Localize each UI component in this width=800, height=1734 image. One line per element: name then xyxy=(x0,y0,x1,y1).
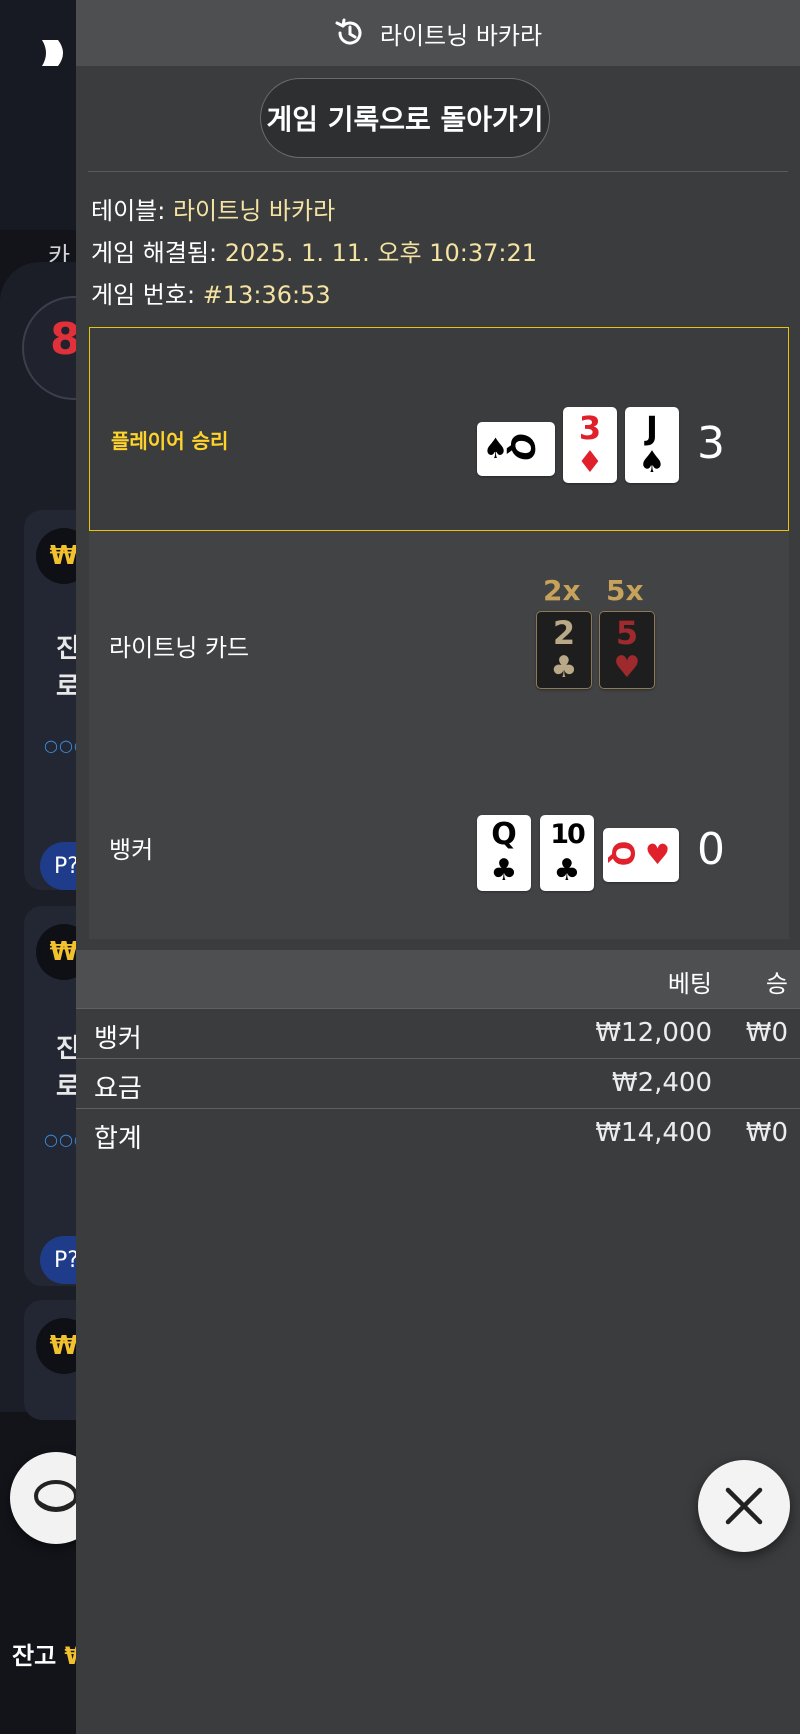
bet-name: 뱅커 xyxy=(94,1024,142,1054)
player-card-2: 3 ♦ xyxy=(563,407,617,483)
close-icon xyxy=(725,1487,763,1525)
bet-amount: ₩14,400 xyxy=(595,1118,712,1148)
player-card-3: J ♠ xyxy=(625,407,679,483)
balance-label: 잔고 xyxy=(12,1642,57,1670)
card-suit: ♦ xyxy=(576,445,604,480)
card-suit: ♣ xyxy=(490,853,518,888)
card-rank: Q xyxy=(604,840,640,867)
panel-titlebar: 라이트닝 바카라 xyxy=(76,0,800,66)
table-info-value: 라이트닝 바카라 xyxy=(172,197,336,225)
banker-card-2: 10 ♣ xyxy=(540,815,594,891)
card-suit: ♥ xyxy=(613,650,641,685)
table-row: 뱅커 ₩12,000 ₩0 xyxy=(76,1008,800,1058)
card-rank: 10 xyxy=(550,819,586,850)
card-suit: ♠ xyxy=(638,445,666,480)
table-row: 요금 ₩2,400 xyxy=(76,1058,800,1108)
resolved-info-label: 게임 해결됨: xyxy=(91,239,218,267)
win-amount: ₩0 xyxy=(745,1118,788,1148)
card-rank: Q xyxy=(491,817,517,852)
divider xyxy=(88,171,788,172)
game-number-info: 게임 번호: #13:36:53 xyxy=(91,275,331,310)
card-suit: ♣ xyxy=(553,853,581,888)
lightning-card-1: 2 ♣ xyxy=(536,611,592,689)
game-detail-panel: 라이트닝 바카라 게임 기록으로 돌아가기 테이블: 라이트닝 바카라 게임 해… xyxy=(76,0,800,1734)
game-number-value: #13:36:53 xyxy=(202,281,331,309)
game-number-label: 게임 번호: xyxy=(91,281,196,309)
lightning-card-2: 5 ♥ xyxy=(599,611,655,689)
banker-card-3: Q ♥ xyxy=(603,828,679,882)
bets-table-header: 베팅 승 xyxy=(76,950,800,1008)
resolved-info-value: 2025. 1. 11. 오후 10:37:21 xyxy=(224,239,538,267)
table-info: 테이블: 라이트닝 바카라 xyxy=(91,191,335,226)
win-column-header: 승 xyxy=(765,970,788,998)
result-area xyxy=(89,531,789,939)
bet-name: 요금 xyxy=(94,1074,142,1104)
table-icon xyxy=(34,1480,78,1512)
card-rank: 3 xyxy=(578,409,602,447)
card-suit: ♥ xyxy=(645,838,671,871)
bet-amount: ₩2,400 xyxy=(611,1068,712,1098)
table-info-label: 테이블: xyxy=(91,197,166,225)
card-rank: J xyxy=(646,409,658,447)
card-rank: Q xyxy=(503,433,542,461)
table-row-total: 합계 ₩14,400 ₩0 xyxy=(76,1108,800,1158)
brand-logo-icon xyxy=(42,40,63,66)
close-button[interactable] xyxy=(698,1460,790,1552)
banker-score: 0 xyxy=(697,824,725,875)
lightning-multiplier-2: 5x xyxy=(606,574,644,607)
lightning-multiplier-1: 2x xyxy=(543,574,581,607)
player-score: 3 xyxy=(697,418,725,469)
card-suit: ♣ xyxy=(550,650,578,685)
history-icon xyxy=(335,18,362,45)
player-card-1: ♠ Q xyxy=(477,422,555,476)
player-result-label: 플레이어 승리 xyxy=(111,429,229,453)
resolved-info: 게임 해결됨: 2025. 1. 11. 오후 10:37:21 xyxy=(91,233,537,268)
win-amount: ₩0 xyxy=(745,1018,788,1048)
bet-name: 합계 xyxy=(94,1124,142,1154)
lightning-cards-label: 라이트닝 카드 xyxy=(109,634,250,662)
banker-card-1: Q ♣ xyxy=(477,815,531,891)
banker-result-label: 뱅커 xyxy=(109,836,154,864)
panel-title: 라이트닝 바카라 xyxy=(379,21,543,50)
card-rank: 5 xyxy=(615,614,639,652)
card-rank: 2 xyxy=(552,614,576,652)
back-to-history-button[interactable]: 게임 기록으로 돌아가기 xyxy=(260,78,550,158)
bet-column-header: 베팅 xyxy=(667,970,712,998)
bet-amount: ₩12,000 xyxy=(595,1018,712,1048)
